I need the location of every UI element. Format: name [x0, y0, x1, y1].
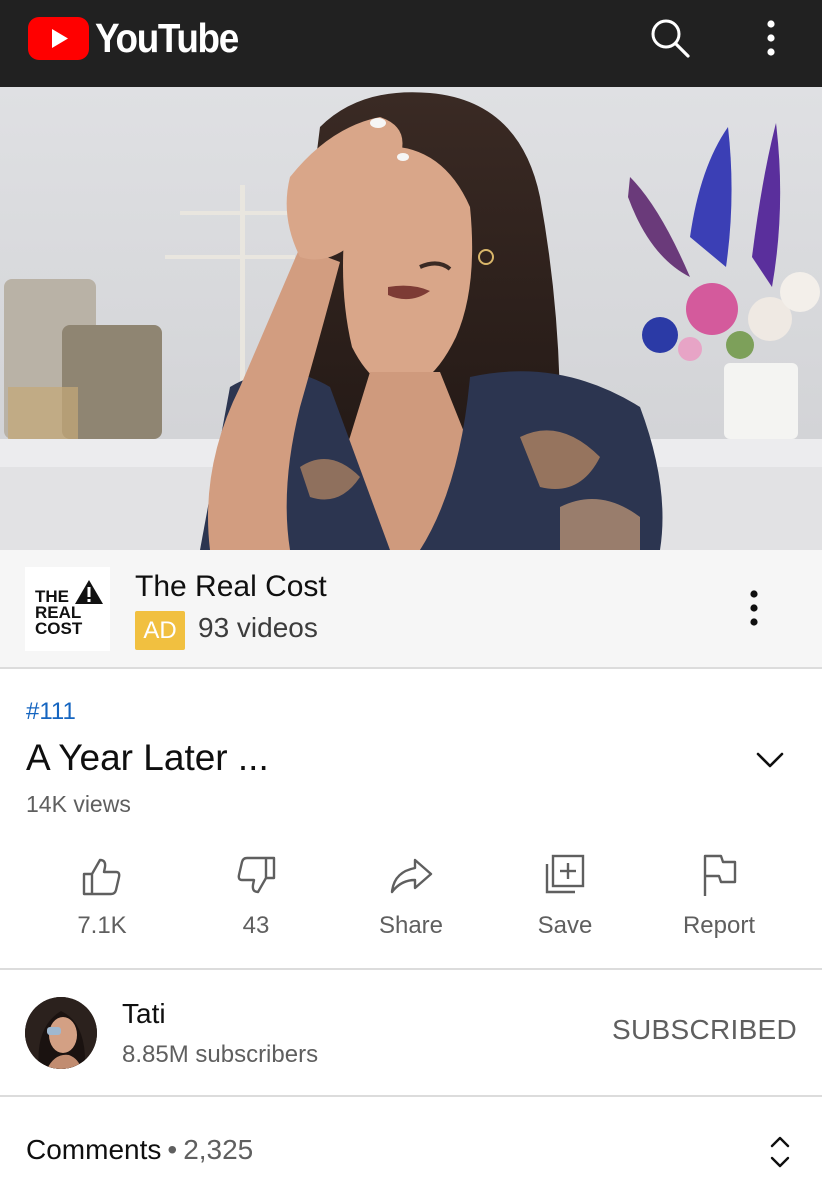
save-button[interactable]: Save [490, 838, 640, 958]
thumb-down-icon [237, 856, 276, 894]
ad-video-count: 93 videos [198, 612, 318, 643]
ad-playlist-row[interactable] [0, 550, 822, 669]
video-actions: 7.1K 43 Share Save Report [0, 838, 822, 968]
flag-icon [703, 854, 737, 896]
playlist-add-icon [545, 854, 585, 894]
search-button[interactable] [644, 12, 696, 64]
share-label: Share [378, 912, 444, 939]
divider [0, 968, 822, 970]
the-real-cost-logo[interactable]: THE REAL COST [25, 567, 110, 651]
share-icon [390, 858, 433, 894]
dislike-count: 43 [242, 912, 270, 939]
comments-count: 2,325 [183, 1134, 254, 1165]
subscribed-button[interactable]: SUBSCRIBED [612, 1014, 797, 1046]
expand-description-button[interactable] [748, 738, 792, 782]
more-options-button[interactable] [748, 12, 794, 64]
like-count: 7.1K [77, 912, 127, 939]
video-player[interactable] [0, 87, 822, 550]
divider [0, 1095, 822, 1097]
ad-more-button[interactable] [736, 586, 772, 630]
unfold-icon [770, 1136, 790, 1168]
video-frame [0, 87, 822, 550]
more-vert-icon [767, 20, 775, 56]
report-button[interactable]: Report [644, 838, 794, 958]
youtube-play-icon [28, 16, 89, 60]
avatar-image [25, 997, 97, 1069]
comments-separator: • [167, 1134, 178, 1165]
top-app-bar: YouTube [0, 0, 822, 87]
comments-header[interactable]: Comments • 2,325 [26, 1134, 253, 1166]
youtube-logo[interactable]: YouTube [28, 14, 254, 62]
comments-label: Comments [26, 1134, 162, 1165]
report-label: Report [682, 912, 756, 939]
ad-title[interactable]: The Real Cost [135, 570, 327, 604]
chevron-down-icon [756, 752, 784, 768]
channel-name[interactable]: Tati [122, 998, 166, 1030]
share-button[interactable]: Share [336, 838, 486, 958]
channel-subscriber-count: 8.85M subscribers [122, 1041, 319, 1068]
logo-text: YouTube [95, 14, 239, 61]
channel-avatar[interactable] [25, 997, 97, 1069]
save-label: Save [537, 912, 593, 939]
like-button[interactable]: 7.1K [27, 838, 177, 958]
video-title[interactable]: A Year Later ... [26, 737, 269, 779]
thumb-up-icon [82, 858, 121, 896]
search-icon [651, 19, 690, 58]
svg-text:COST: COST [35, 619, 83, 638]
more-vert-icon [750, 590, 758, 626]
dislike-button[interactable]: 43 [181, 838, 331, 958]
view-count: 14K views [26, 791, 131, 817]
ad-badge: AD [135, 611, 185, 650]
the-real-cost-logo-art: THE REAL COST [35, 580, 103, 638]
comments-expand-button[interactable] [760, 1130, 800, 1174]
video-hashtag[interactable]: #111 [26, 698, 76, 726]
